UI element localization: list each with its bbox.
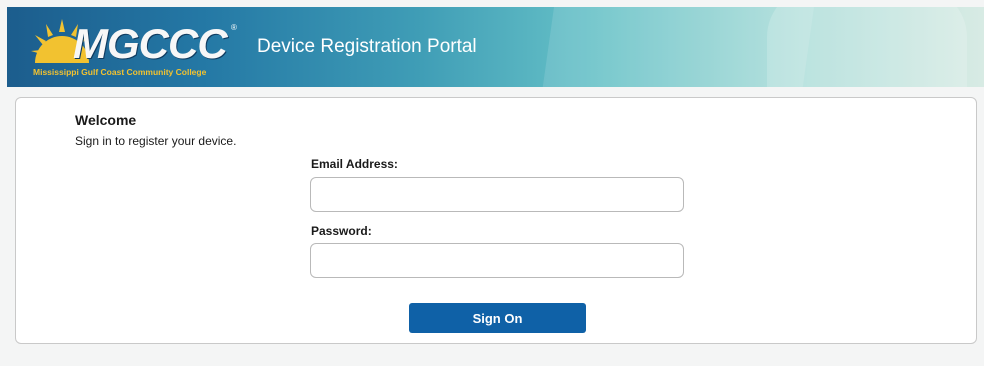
page-title: Device Registration Portal <box>257 36 477 57</box>
sign-on-button[interactable]: Sign On <box>409 303 586 333</box>
logo-wordmark: MGCCC <box>73 20 228 67</box>
welcome-heading: Welcome <box>75 112 137 128</box>
registered-mark: ® <box>231 23 237 32</box>
email-label: Email Address: <box>311 157 398 171</box>
password-label: Password: <box>311 224 372 238</box>
logo-subtitle: Mississippi Gulf Coast Community College <box>33 67 207 77</box>
portal-header: MGCCC ® Mississippi Gulf Coast Community… <box>7 7 984 87</box>
welcome-subtitle: Sign in to register your device. <box>75 134 237 148</box>
college-logo: MGCCC ® Mississippi Gulf Coast Community… <box>31 17 241 81</box>
header-decoration <box>767 7 967 87</box>
email-field[interactable] <box>310 177 684 212</box>
password-field[interactable] <box>310 243 684 278</box>
sign-in-card: Welcome Sign in to register your device.… <box>15 97 977 344</box>
